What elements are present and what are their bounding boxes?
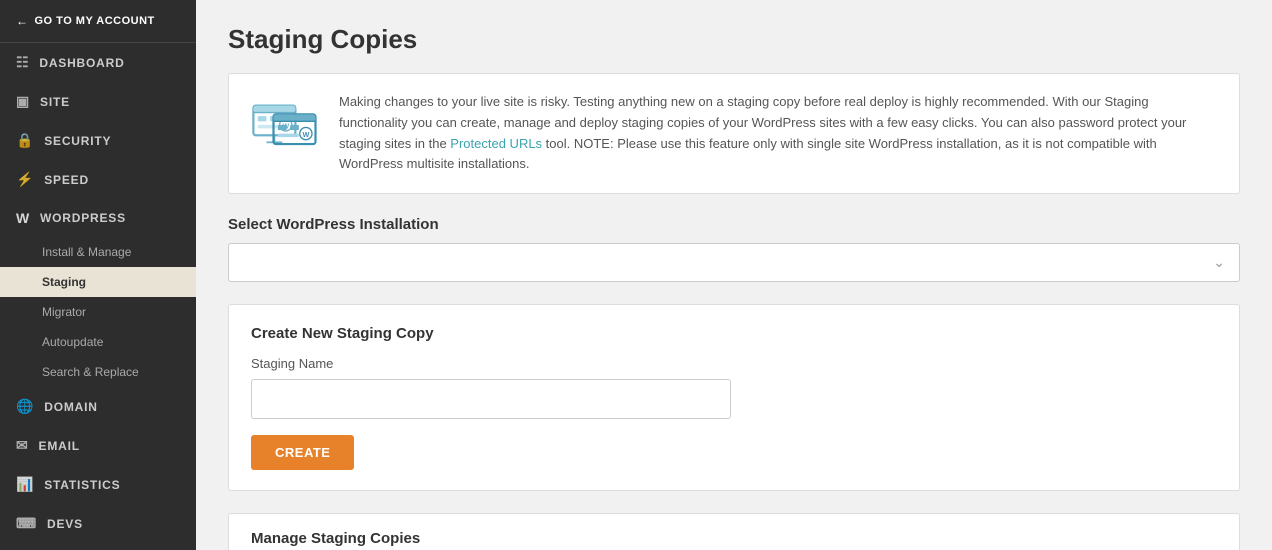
sidebar-item-label: SITE xyxy=(40,95,70,109)
sidebar-item-speed[interactable]: ⚡ SPEED xyxy=(0,160,196,199)
sidebar-sub-search-replace[interactable]: Search & Replace xyxy=(0,357,196,387)
sidebar-item-label: WORDPRESS xyxy=(40,211,126,225)
sidebar-sub-migrator[interactable]: Migrator xyxy=(0,297,196,327)
sidebar-item-label: DEVS xyxy=(47,517,83,531)
sidebar-item-email[interactable]: ✉ EMAIL xyxy=(0,426,196,465)
sidebar-item-label: STATISTICS xyxy=(44,478,120,492)
main-content: Staging Copies W xyxy=(196,0,1272,550)
manage-section-label: Manage Staging Copies xyxy=(229,514,1239,550)
sidebar-item-devs[interactable]: ⌨ DEVS xyxy=(0,504,196,543)
back-arrow-icon: ← xyxy=(16,14,29,28)
sidebar-item-site[interactable]: ▣ SITE xyxy=(0,82,196,121)
staging-name-input[interactable] xyxy=(251,379,731,419)
sidebar-item-domain[interactable]: 🌐 DOMAIN xyxy=(0,387,196,426)
sidebar-item-wordpress[interactable]: W WORDPRESS xyxy=(0,199,196,237)
wordpress-installation-dropdown[interactable]: ⌄ xyxy=(228,243,1240,282)
protected-urls-link[interactable]: Protected URLs xyxy=(450,136,542,151)
page-title: Staging Copies xyxy=(228,24,1240,55)
create-button[interactable]: CREATE xyxy=(251,435,354,470)
security-icon: 🔒 xyxy=(16,132,34,149)
wordpress-icon: W xyxy=(16,210,30,226)
devs-icon: ⌨ xyxy=(16,515,37,532)
sidebar-item-dashboard[interactable]: ☷ DASHBOARD xyxy=(0,43,196,82)
sidebar-item-label: EMAIL xyxy=(39,439,80,453)
dashboard-icon: ☷ xyxy=(16,54,29,71)
statistics-icon: 📊 xyxy=(16,476,34,493)
sidebar: ← GO TO MY ACCOUNT ☷ DASHBOARD ▣ SITE 🔒 … xyxy=(0,0,196,550)
info-description: Making changes to your live site is risk… xyxy=(339,92,1219,175)
staging-illustration: W W xyxy=(249,92,319,162)
create-section-label: Create New Staging Copy xyxy=(251,325,1217,342)
sidebar-sub-staging[interactable]: Staging xyxy=(0,267,196,297)
email-icon: ✉ xyxy=(16,437,29,454)
sidebar-item-security[interactable]: 🔒 SECURITY xyxy=(0,121,196,160)
go-to-account-link[interactable]: ← GO TO MY ACCOUNT xyxy=(0,0,196,43)
sidebar-item-label: SECURITY xyxy=(44,134,111,148)
sidebar-item-label: DOMAIN xyxy=(44,400,97,414)
svg-text:W: W xyxy=(303,132,310,139)
chevron-down-icon: ⌄ xyxy=(1213,254,1225,271)
sidebar-sub-install-manage[interactable]: Install & Manage xyxy=(0,237,196,267)
create-staging-box: Create New Staging Copy Staging Name CRE… xyxy=(228,304,1240,491)
sidebar-item-label: DASHBOARD xyxy=(39,56,124,70)
back-label: GO TO MY ACCOUNT xyxy=(35,15,155,27)
sidebar-sub-autoupdate[interactable]: Autoupdate xyxy=(0,327,196,357)
domain-icon: 🌐 xyxy=(16,398,34,415)
staging-name-label: Staging Name xyxy=(251,356,1217,371)
site-icon: ▣ xyxy=(16,93,30,110)
speed-icon: ⚡ xyxy=(16,171,34,188)
manage-staging-box: Manage Staging Copies STAGING COPIES BAC… xyxy=(228,513,1240,550)
sidebar-item-statistics[interactable]: 📊 STATISTICS xyxy=(0,465,196,504)
sidebar-item-label: SPEED xyxy=(44,173,89,187)
select-installation-label: Select WordPress Installation xyxy=(228,216,1240,233)
info-box: W W Making changes to your live site is … xyxy=(228,73,1240,194)
